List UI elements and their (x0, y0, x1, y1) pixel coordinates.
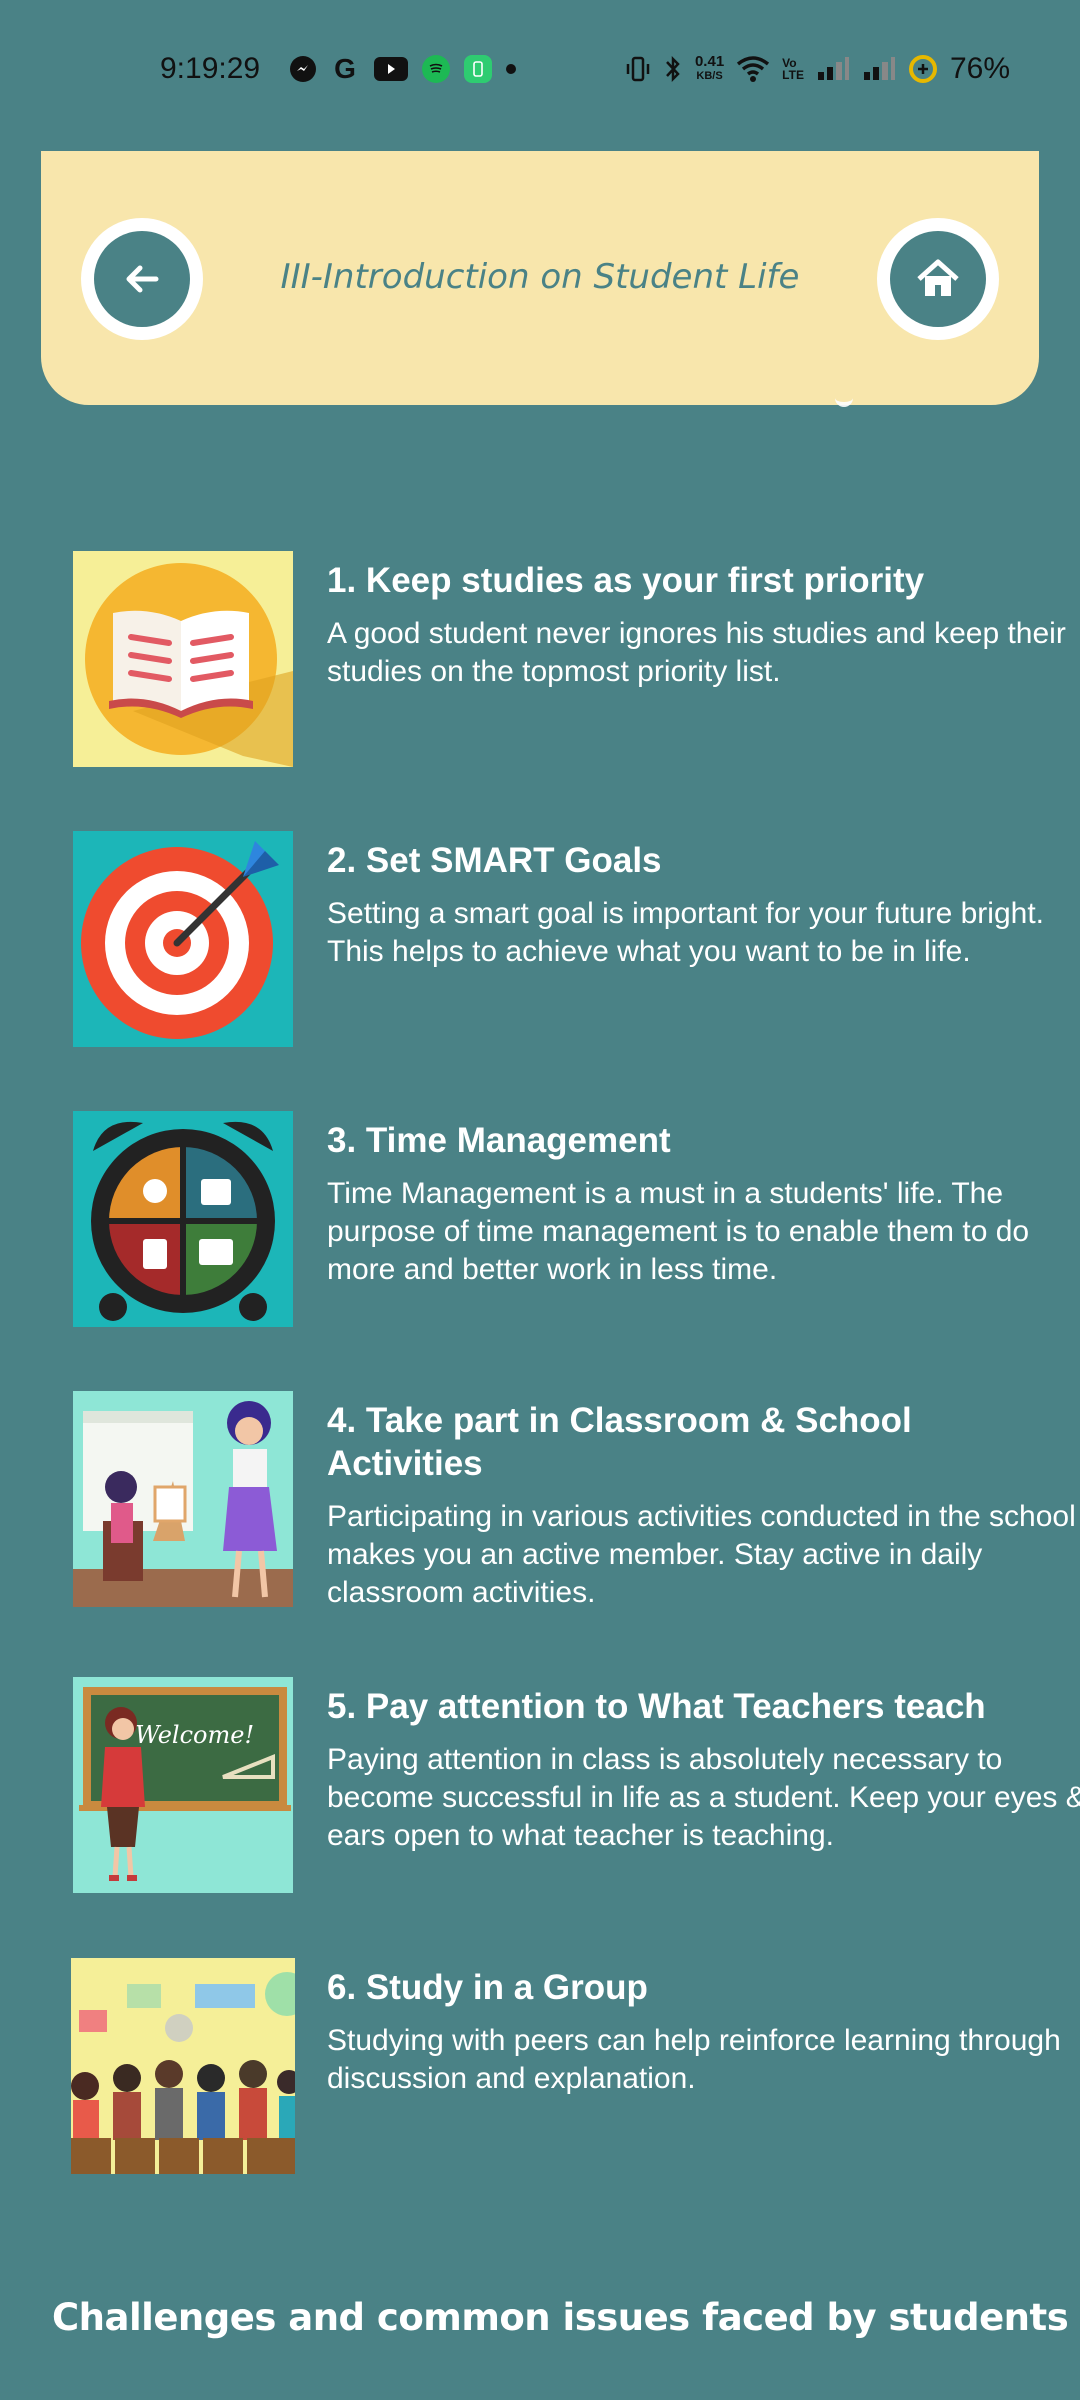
target-dart-illustration (73, 831, 293, 1047)
notification-icons: G (290, 53, 516, 84)
status-time: 9:19:29 (160, 52, 261, 85)
item-title: 2. Set SMART Goals (327, 841, 662, 880)
battery-percent: 76% (949, 52, 1010, 85)
open-book-illustration (73, 551, 293, 767)
item-title: 6. Study in a Group (327, 1968, 648, 2007)
network-speed-value: 0.41 (694, 53, 725, 70)
network-speed-unit: KB/S (696, 70, 723, 82)
blackboard-text: Welcome! (135, 1721, 254, 1749)
item-description: Participating in various activities cond… (327, 1500, 1076, 1609)
section-heading: Challenges and common issues faced by st… (52, 2296, 1069, 2339)
system-icons: 0.41 KB/S Vo LTE 76% (625, 52, 1010, 86)
teacher-blackboard-illustration: Welcome! (73, 1677, 293, 1893)
signal-icon-1 (817, 57, 849, 80)
item-description: Studying with peers can help reinforce l… (327, 2024, 1061, 2095)
volte-icon: Vo LTE (782, 56, 804, 82)
item-title: 3. Time Management (327, 1121, 671, 1160)
item-description: Setting a smart goal is important for yo… (327, 897, 1044, 968)
item-description: Time Management is a must in a students'… (327, 1177, 1030, 1286)
vibrate-icon (626, 56, 650, 82)
youtube-icon (374, 57, 408, 81)
header-card: III-Introduction on Student Life (41, 151, 1039, 405)
signal-icon-2 (863, 57, 895, 80)
study-group-illustration (71, 1958, 295, 2174)
bluetooth-icon (666, 55, 680, 83)
item-description: A good student never ignores his studies… (327, 617, 1066, 688)
battery-saver-icon (908, 55, 937, 83)
item-description: Paying attention in class is absolutely … (327, 1743, 1080, 1852)
network-speed: 0.41 KB/S (694, 53, 725, 83)
home-button[interactable] (877, 218, 999, 340)
item-title: 5. Pay attention to What Teachers teach (327, 1687, 986, 1726)
more-notifications-dot (506, 64, 516, 74)
alarm-clock-illustration (73, 1111, 293, 1327)
scrolled-text-fragment (835, 380, 853, 407)
item-title: 1. Keep studies as your first priority (327, 561, 925, 600)
status-bar: 9:19:29 G 0.41 KB/S Vo LTE 76% (0, 0, 1080, 142)
classroom-painting-illustration (73, 1391, 293, 1607)
item-title: 4. Take part in Classroom & School Activ… (327, 1401, 912, 1483)
google-icon: G (334, 53, 356, 84)
home-icon (917, 259, 959, 296)
app-notification-icon (464, 55, 492, 83)
wifi-icon (737, 56, 770, 82)
spotify-icon (422, 55, 450, 83)
messenger-icon (290, 56, 316, 82)
